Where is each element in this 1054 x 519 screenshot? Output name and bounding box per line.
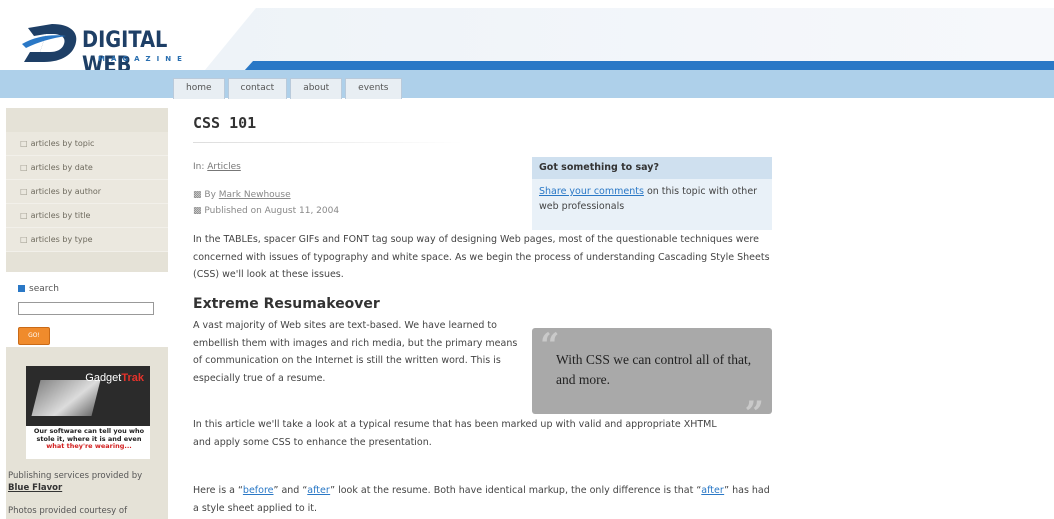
logo-subtitle: MAGAZINE: [98, 55, 188, 63]
top-nav-tabs: home contact about events: [173, 78, 402, 99]
sidebar-item-label: articles by topic: [30, 139, 95, 148]
blue-flavor-link[interactable]: Blue Flavor: [8, 483, 62, 493]
calendar-icon: ▩: [193, 206, 202, 216]
by-prefix: By: [204, 190, 216, 200]
sidebar-item-type[interactable]: □ articles by type: [6, 228, 168, 252]
ad-copy: Our software can tell you who stole it, …: [30, 427, 148, 451]
paragraph-1: A vast majority of Web sites are text-ba…: [193, 320, 518, 384]
comments-callout: Got something to say? Share your comment…: [532, 157, 772, 230]
share-comments-link[interactable]: Share your comments: [539, 186, 644, 197]
ad-text-b: what they're wearing...: [46, 442, 132, 450]
author-link[interactable]: Mark Newhouse: [219, 190, 291, 200]
sidebar-item-label: articles by title: [30, 211, 91, 220]
section-heading: Extreme Resumakeover: [193, 296, 380, 312]
gadgettrak-ad[interactable]: GadgetTrak Our software can tell you who…: [26, 366, 150, 459]
para3-text-b: ” and “: [273, 485, 308, 496]
paragraph-3: Here is a “before” and “after” look at t…: [193, 482, 773, 517]
ad-text-a: Our software can tell you who stole it, …: [33, 427, 145, 443]
pull-quote: “ With CSS we can control all of that, a…: [532, 326, 772, 434]
logo-d-icon: [22, 24, 77, 62]
search-input[interactable]: [18, 302, 154, 315]
sidebar-item-title[interactable]: □ articles by title: [6, 204, 168, 228]
author-icon: ▩: [193, 190, 202, 200]
laptop-image: [31, 380, 101, 416]
paragraph-2: In this article we'll take a look at a t…: [193, 419, 717, 448]
sidebar-item-label: articles by date: [30, 163, 93, 172]
bullet-icon: □: [20, 187, 28, 196]
search-panel: search GO!: [6, 272, 168, 347]
comments-body: Share your comments on this topic with o…: [532, 179, 772, 219]
sidebar: □ articles by topic □ articles by date □ ar…: [6, 108, 168, 519]
category-prefix: In:: [193, 162, 205, 172]
ad-brand-a: Gadget: [85, 372, 122, 384]
before-link[interactable]: before: [243, 485, 274, 496]
ad-banner: GadgetTrak: [26, 366, 150, 426]
tab-events[interactable]: events: [345, 78, 402, 99]
search-go-button[interactable]: GO!: [18, 327, 50, 345]
nav-bar: [0, 70, 1054, 98]
sidebar-item-date[interactable]: □ articles by date: [6, 156, 168, 180]
search-icon: [18, 285, 25, 292]
publishing-credits: Publishing services provided by Blue Fla…: [8, 470, 168, 494]
tab-about[interactable]: about: [290, 78, 343, 99]
site-logo[interactable]: DIGITAL WEB MAGAZINE: [22, 18, 212, 78]
sidebar-item-label: articles by type: [30, 235, 93, 244]
para3-text-a: Here is a “: [193, 485, 243, 496]
search-label-text: search: [29, 284, 59, 294]
para3-text-c: ” look at the resume. Both have identica…: [330, 485, 702, 496]
category-link[interactable]: Articles: [207, 162, 241, 172]
tab-contact[interactable]: contact: [227, 78, 288, 99]
ad-brand: GadgetTrak: [85, 372, 144, 384]
article-title: CSS 101: [193, 114, 257, 132]
after-link-2[interactable]: after: [701, 485, 724, 496]
after-link[interactable]: after: [307, 485, 330, 496]
intro-paragraph: In the TABLEs, spacer GIFs and FONT tag …: [193, 234, 770, 280]
ad-brand-b: Trak: [121, 372, 144, 384]
pull-quote-text: With CSS we can control all of that, and…: [556, 352, 752, 387]
sidebar-item-author[interactable]: □ articles by author: [6, 180, 168, 204]
sidebar-item-topic[interactable]: □ articles by topic: [6, 132, 168, 156]
sidebar-item-label: articles by author: [30, 187, 102, 196]
close-quote-icon: ”: [744, 394, 764, 434]
bullet-icon: □: [20, 211, 28, 220]
comments-heading: Got something to say?: [532, 157, 772, 179]
bullet-icon: □: [20, 235, 28, 244]
bullet-icon: □: [20, 139, 28, 148]
header-swoosh: [205, 8, 1054, 70]
sidebar-nav: □ articles by topic □ articles by date □ ar…: [6, 132, 168, 252]
article-category: In: Articles: [193, 162, 241, 172]
photo-credits: Photos provided courtesy of: [8, 506, 128, 516]
published-date: Published on August 11, 2004: [204, 206, 340, 216]
bullet-icon: □: [20, 163, 28, 172]
title-divider: [193, 142, 463, 143]
credits-text: Publishing services provided by: [8, 471, 143, 481]
tab-home[interactable]: home: [173, 78, 225, 99]
byline: ▩ By Mark Newhouse ▩ Published on August…: [193, 187, 339, 219]
search-label: search: [18, 284, 59, 294]
